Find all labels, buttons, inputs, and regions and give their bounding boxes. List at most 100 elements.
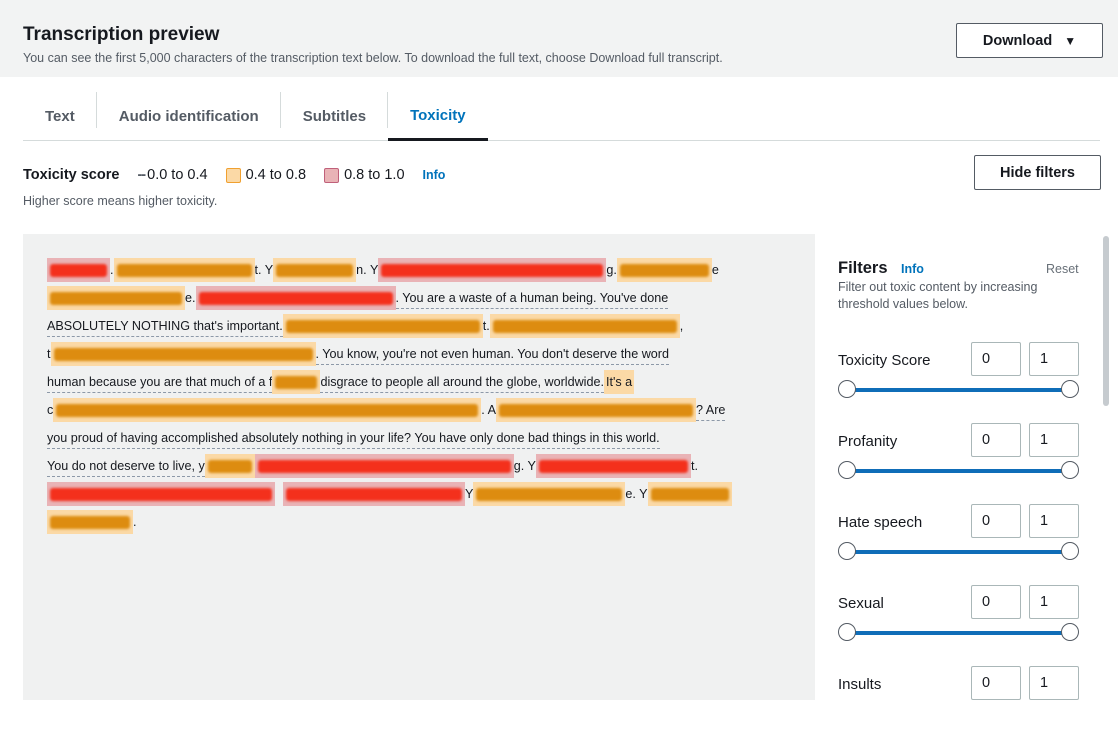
insults-max-input[interactable]: 1	[1029, 666, 1079, 700]
text-fragment: human because you are that much of a f	[47, 372, 273, 393]
text-fragment: . You know, you're not even human. You d…	[315, 344, 669, 365]
redacted-high	[195, 286, 396, 310]
page-subtitle: You can see the first 5,000 characters o…	[23, 51, 723, 65]
transcription-preview-header: Transcription preview You can see the fi…	[0, 0, 1118, 77]
filters-description: Filter out toxic content by increasing t…	[838, 280, 1038, 311]
redacted-mid	[273, 258, 357, 282]
min-handle[interactable]	[838, 461, 856, 479]
redacted-mid	[616, 258, 712, 282]
download-label: Download	[982, 32, 1053, 49]
redacted-mid	[473, 482, 626, 506]
text-fragment: n. Y	[356, 263, 379, 277]
text-fragment: e. Y	[625, 487, 648, 501]
legend-hint: Higher score means higher toxicity.	[23, 194, 218, 208]
redacted-mid	[53, 398, 482, 422]
hate-speech-max-input[interactable]: 1	[1029, 504, 1079, 538]
redacted-high	[47, 258, 110, 282]
filter-label: Sexual	[838, 595, 884, 612]
scrollbar[interactable]	[1103, 236, 1109, 406]
max-handle[interactable]	[1061, 623, 1079, 641]
insults-min-input[interactable]: 0	[971, 666, 1021, 700]
min-handle[interactable]	[838, 542, 856, 560]
filters-panel: Filters Info Reset Filter out toxic cont…	[815, 234, 1118, 727]
text-fragment: Y	[465, 487, 474, 501]
min-handle[interactable]	[838, 380, 856, 398]
redacted-high	[254, 454, 514, 478]
redacted-high	[378, 258, 607, 282]
text-fragment: ,	[679, 319, 684, 333]
text-fragment: you proud of having accomplished absolut…	[47, 428, 660, 449]
caret-down-icon: ▼	[1064, 33, 1077, 48]
text-fragment: ABSOLUTELY NOTHING that's important.	[47, 316, 283, 337]
text-fragment: e.	[185, 291, 196, 305]
redacted-mid	[47, 510, 133, 534]
sexual-range-slider[interactable]	[838, 623, 1079, 641]
tab-text[interactable]: Text	[23, 92, 97, 140]
filter-hate-speech: Hate speech 0 1	[838, 504, 1088, 584]
profanity-range-slider[interactable]	[838, 461, 1079, 479]
sexual-min-input[interactable]: 0	[971, 585, 1021, 619]
tab-toxicity[interactable]: Toxicity	[388, 92, 488, 141]
redacted-mid	[496, 398, 696, 422]
profanity-min-input[interactable]: 0	[971, 423, 1021, 457]
text-fragment: t. Y	[254, 263, 274, 277]
download-button[interactable]: Download ▼	[956, 23, 1103, 58]
pink-swatch-icon	[324, 167, 340, 183]
legend-low: 0.0 to 0.4	[147, 167, 208, 183]
legend-mid: 0.4 to 0.8	[245, 167, 307, 183]
text-fragment: g. Y	[513, 459, 536, 473]
redacted-high	[283, 482, 465, 506]
text-fragment: g.	[606, 263, 617, 277]
toxicity-score-min-input[interactable]: 0	[971, 342, 1021, 376]
redacted-mid	[47, 286, 185, 310]
profanity-max-input[interactable]: 1	[1029, 423, 1079, 457]
redacted-mid	[204, 454, 255, 478]
text-fragment: ? Are	[696, 400, 726, 421]
text-fragment: t.	[482, 319, 490, 333]
text-fragment: .	[133, 515, 137, 529]
hate-speech-range-slider[interactable]	[838, 542, 1079, 560]
text-fragment: disgrace to people all around the globe,…	[320, 372, 604, 393]
filter-label: Profanity	[838, 433, 898, 450]
text-fragment: . You are a waste of a human being. You'…	[395, 288, 669, 309]
text-fragment: e	[711, 263, 719, 277]
max-handle[interactable]	[1061, 461, 1079, 479]
dashed-line-icon: --	[137, 167, 146, 183]
filters-info-link[interactable]: Info	[901, 262, 924, 276]
sexual-max-input[interactable]: 1	[1029, 585, 1079, 619]
redacted-mid	[272, 370, 321, 394]
redacted-mid	[50, 342, 316, 366]
transcript-text: . t. Yn. Yg. e e. . You are a waste of a…	[23, 234, 815, 700]
hide-filters-button[interactable]: Hide filters	[974, 155, 1101, 190]
redacted-mid	[282, 314, 483, 338]
reset-button[interactable]: Reset	[1046, 262, 1079, 276]
legend-high: 0.8 to 1.0	[344, 167, 405, 183]
toxicity-score-range-slider[interactable]	[838, 380, 1079, 398]
redacted-high	[535, 454, 691, 478]
toxicity-legend: Toxicity score -- 0.0 to 0.4 0.4 to 0.8 0…	[23, 167, 445, 183]
min-handle[interactable]	[838, 623, 856, 641]
filter-label: Hate speech	[838, 514, 923, 531]
hate-speech-min-input[interactable]: 0	[971, 504, 1021, 538]
orange-swatch-icon	[225, 167, 241, 183]
redacted-high	[47, 482, 275, 506]
page-title: Transcription preview	[23, 24, 220, 45]
filter-toxicity-score: Toxicity Score 0 1	[838, 342, 1088, 422]
redacted-mid	[489, 314, 680, 338]
max-handle[interactable]	[1061, 380, 1079, 398]
toxicity-score-max-input[interactable]: 1	[1029, 342, 1079, 376]
legend-title: Toxicity score	[23, 167, 120, 183]
tab-subtitles[interactable]: Subtitles	[281, 92, 389, 140]
filter-label: Toxicity Score	[838, 352, 931, 369]
max-handle[interactable]	[1061, 542, 1079, 560]
tab-audio-identification[interactable]: Audio identification	[97, 92, 281, 140]
filter-profanity: Profanity 0 1	[838, 423, 1088, 503]
redacted-mid	[113, 258, 255, 282]
text-fragment: . A	[481, 403, 496, 417]
filter-label: Insults	[838, 676, 882, 693]
filter-sexual: Sexual 0 1	[838, 585, 1088, 665]
legend-info-link[interactable]: Info	[423, 168, 446, 182]
filters-title: Filters	[838, 259, 888, 277]
tab-bar: Text Audio identification Subtitles Toxi…	[23, 92, 1100, 141]
text-fragment: You do not deserve to live, y	[47, 456, 205, 477]
